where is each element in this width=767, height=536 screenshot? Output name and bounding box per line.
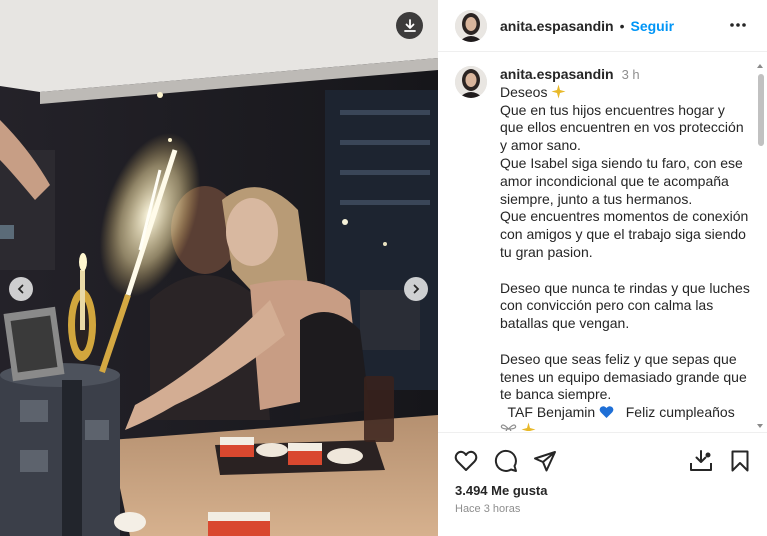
blue-heart-icon — [599, 406, 614, 419]
previous-photo-button[interactable] — [9, 277, 33, 301]
post-photo — [0, 0, 438, 536]
comment-button[interactable] — [494, 449, 518, 478]
bookmark-icon — [731, 450, 749, 472]
follow-button[interactable]: Seguir — [631, 18, 675, 34]
download-button[interactable] — [396, 12, 423, 39]
caption-line — [500, 422, 750, 431]
scroll-thumb[interactable] — [758, 74, 764, 146]
more-options-button[interactable] — [729, 15, 747, 40]
comment-icon — [494, 449, 517, 472]
heart-icon — [454, 450, 478, 471]
post-author-username[interactable]: anita.espasandin — [500, 18, 614, 34]
avatar-photo — [455, 66, 487, 98]
scroll-down-arrow[interactable] — [757, 424, 763, 428]
sparkle-icon — [521, 422, 536, 431]
caption-line: Que en tus hijos encuentres hogar y — [500, 101, 725, 118]
like-button[interactable] — [454, 449, 478, 478]
post-timestamp[interactable]: Hace 3 horas — [455, 503, 520, 515]
scroll-up-arrow[interactable] — [757, 64, 763, 68]
separator-dot: • — [619, 17, 625, 34]
ribbon-icon — [500, 424, 517, 431]
send-icon — [534, 451, 556, 472]
caption-username[interactable]: anita.espasandin — [500, 66, 614, 84]
post-header: anita.espasandin • Seguir — [438, 0, 767, 52]
caption-line: batallas que vengan. — [500, 315, 630, 332]
post-caption: anita.espasandin 3 h Deseos Que en tus h… — [455, 66, 755, 431]
avatar[interactable] — [455, 9, 487, 42]
caption-text: anita.espasandin 3 h Deseos Que en tus h… — [500, 66, 750, 431]
photo-scene — [0, 0, 438, 536]
post-time: 3 h — [621, 67, 640, 82]
caption-line: Que Isabel siga siendo tu faro, con ese — [500, 154, 743, 171]
download-icon — [403, 18, 416, 32]
caption-line: Deseo que nunca te rindas y que luches — [500, 279, 750, 296]
caption-line: y amor sano. — [500, 137, 581, 154]
caption-header: anita.espasandin 3 h — [500, 66, 750, 84]
post-actions: 3.494 Me gusta Hace 3 horas — [438, 432, 767, 536]
share-button[interactable] — [533, 449, 557, 478]
caption-line: con convicción pero con calma las — [500, 297, 714, 314]
post-side-panel: anita.espasandin • Seguir anita.espasand… — [438, 0, 767, 536]
caption-scrollbar[interactable] — [755, 62, 765, 430]
caption-line: amor incondicional que te acompaña — [500, 172, 729, 189]
avatar-photo — [455, 9, 487, 42]
caption-line: TAF Benjamin Feliz cumpleaños — [500, 404, 735, 421]
chevron-right-icon — [413, 284, 420, 294]
caption-paragraph-gap — [500, 262, 750, 280]
caption-line: Deseo que seas feliz y que sepas que — [500, 350, 737, 367]
caption-line: con amigos y que el trabajo siga siendo — [500, 226, 746, 243]
sparkle-icon — [551, 84, 566, 99]
caption-line: siempre, junto a tus hermanos. — [500, 190, 693, 207]
caption-scroll-area[interactable]: anita.espasandin 3 h Deseos Que en tus h… — [438, 53, 767, 431]
caption-line: Deseos — [500, 84, 750, 102]
caption-line: que ellos encuentren en vos protección — [500, 119, 744, 136]
caption-line: Que encuentres momentos de conexión — [500, 208, 749, 225]
caption-avatar[interactable] — [455, 66, 487, 98]
chevron-left-icon — [17, 284, 24, 294]
caption-line: tenes un equipo demasiado grande que — [500, 368, 747, 385]
caption-paragraph-gap — [500, 333, 750, 351]
caption-line: tu gran pasion. — [500, 243, 593, 260]
repost-icon — [690, 450, 712, 471]
next-photo-button[interactable] — [404, 277, 428, 301]
likes-count[interactable]: 3.494 Me gusta — [455, 483, 548, 498]
repost-button[interactable] — [689, 449, 713, 478]
caption-line: te banca siempre. — [500, 386, 612, 403]
save-button[interactable] — [728, 449, 752, 478]
more-options-icon — [730, 23, 746, 27]
